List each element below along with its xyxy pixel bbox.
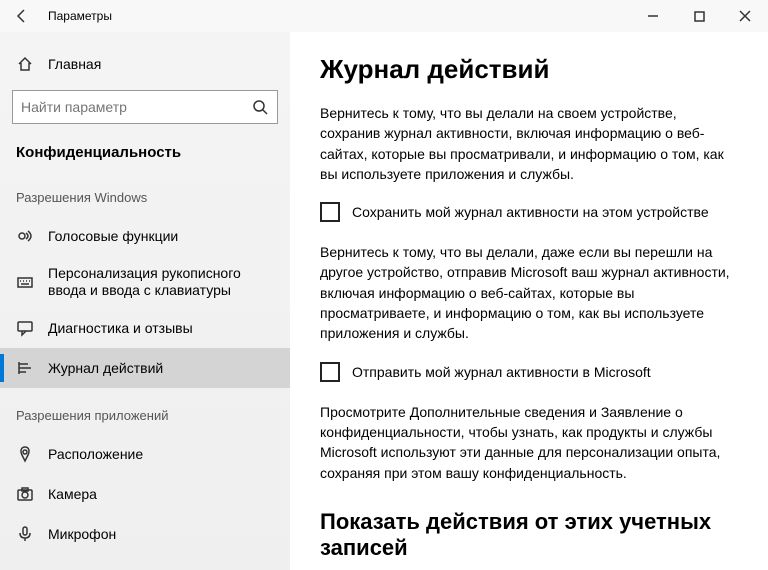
sidebar-item-inking[interactable]: Персонализация рукописного ввода и ввода… — [0, 256, 290, 308]
feedback-icon — [16, 319, 34, 337]
minimize-icon — [647, 10, 659, 22]
sidebar-home-label: Главная — [48, 56, 274, 73]
maximize-icon — [694, 11, 705, 22]
sidebar-item-camera[interactable]: Камера — [0, 474, 290, 514]
sidebar-item-speech[interactable]: Голосовые функции — [0, 216, 290, 256]
page-title: Журнал действий — [320, 54, 740, 85]
checkbox-label: Сохранить мой журнал активности на этом … — [352, 204, 709, 220]
activity-icon — [16, 359, 34, 377]
sidebar-item-label: Журнал действий — [48, 360, 274, 377]
sidebar-item-label: Голосовые функции — [48, 228, 274, 245]
sidebar-item-diagnostics[interactable]: Диагностика и отзывы — [0, 308, 290, 348]
group-windows-label: Разрешения Windows — [16, 190, 274, 206]
checkbox-send-microsoft[interactable]: Отправить мой журнал активности в Micros… — [320, 362, 740, 382]
microphone-icon — [16, 525, 34, 543]
maximize-button[interactable] — [676, 0, 722, 32]
description-2: Вернитесь к тому, что вы делали, даже ес… — [320, 242, 740, 343]
camera-icon — [16, 485, 34, 503]
section-heading-accounts: Показать действия от этих учетных записе… — [320, 509, 740, 561]
speech-icon — [16, 227, 34, 245]
sidebar-item-label: Микрофон — [48, 526, 274, 543]
sidebar-item-label: Диагностика и отзывы — [48, 320, 274, 337]
arrow-left-icon — [14, 8, 30, 24]
location-icon — [16, 445, 34, 463]
search-icon — [251, 98, 269, 116]
search-input[interactable] — [21, 99, 251, 115]
group-windows-permissions: Разрешения Windows — [0, 180, 290, 216]
keyboard-icon — [16, 273, 34, 291]
sidebar-item-location[interactable]: Расположение — [0, 434, 290, 474]
content-pane: Журнал действий Вернитесь к тому, что вы… — [290, 32, 768, 570]
window-title: Параметры — [44, 9, 630, 23]
close-button[interactable] — [722, 0, 768, 32]
checkbox-box — [320, 362, 340, 382]
minimize-button[interactable] — [630, 0, 676, 32]
sidebar-item-label: Персонализация рукописного ввода и ввода… — [48, 265, 274, 299]
checkbox-store-local[interactable]: Сохранить мой журнал активности на этом … — [320, 202, 740, 222]
sidebar-item-activity-history[interactable]: Журнал действий — [0, 348, 290, 388]
sidebar: Главная Конфиденциальность Разрешения Wi… — [0, 32, 290, 570]
sidebar-item-microphone[interactable]: Микрофон — [0, 514, 290, 554]
close-icon — [739, 10, 751, 22]
sidebar-item-label: Камера — [48, 486, 274, 503]
group-apps-label: Разрешения приложений — [16, 408, 274, 424]
back-button[interactable] — [0, 0, 44, 32]
home-icon — [16, 55, 34, 73]
description-1: Вернитесь к тому, что вы делали на своем… — [320, 103, 740, 184]
group-app-permissions: Разрешения приложений — [0, 398, 290, 434]
current-section: Конфиденциальность — [0, 134, 290, 170]
search-box[interactable] — [12, 90, 278, 124]
sidebar-home[interactable]: Главная — [0, 44, 290, 84]
checkbox-box — [320, 202, 340, 222]
checkbox-label: Отправить мой журнал активности в Micros… — [352, 364, 651, 380]
description-3: Просмотрите Дополнительные сведения и За… — [320, 402, 740, 483]
sidebar-item-label: Расположение — [48, 446, 274, 463]
